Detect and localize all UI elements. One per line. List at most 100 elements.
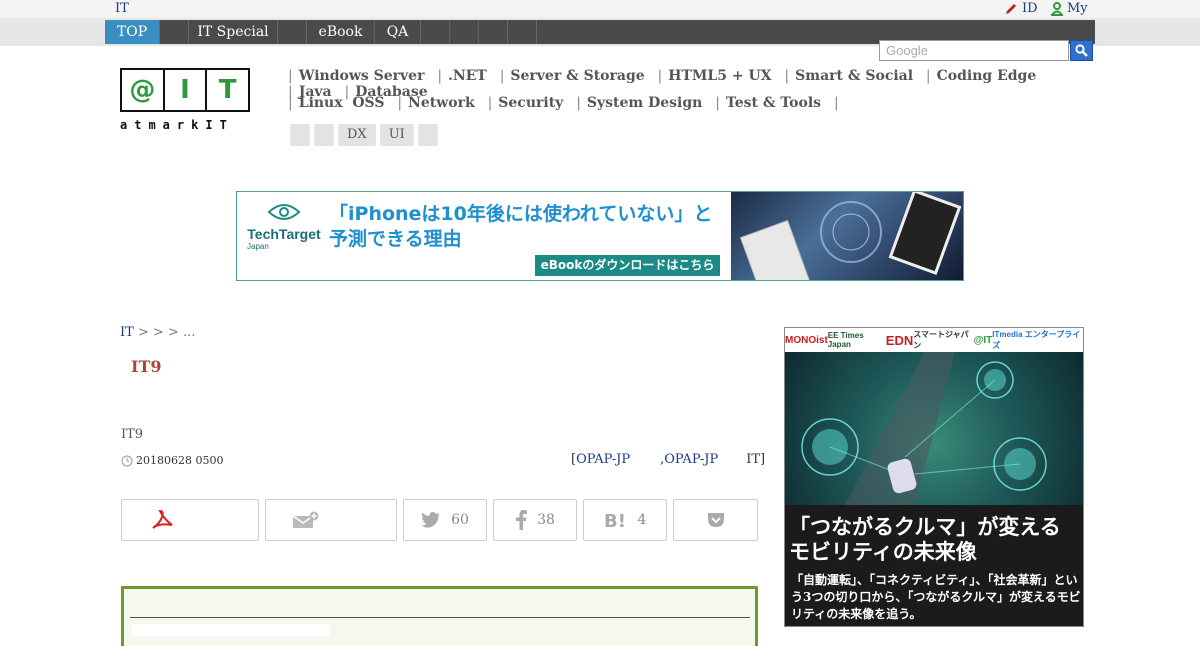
hatena-count: 4 (637, 512, 647, 528)
logo-char-t: T (218, 75, 237, 105)
cat-coding-edge[interactable]: Coding Edge (937, 68, 1037, 84)
twitter-icon (421, 512, 441, 528)
source-link-1[interactable]: OPAP-JP (576, 452, 630, 467)
nav-item-blank-1[interactable] (160, 20, 189, 44)
tag-item[interactable] (290, 124, 310, 146)
pdf-icon (152, 509, 173, 529)
user-icon (1051, 1, 1063, 16)
tag-item[interactable] (417, 124, 438, 146)
cat-linux-oss[interactable]: Linux OSS (299, 95, 385, 111)
category-nav-row-2: | Linux OSS | Network | Security | System De… (288, 95, 839, 111)
logo-eetimes: EE Times Japan (827, 331, 864, 349)
article-date: 20180628 0500 (121, 454, 223, 467)
article-byline: IT9 (121, 427, 144, 442)
search-input[interactable]: Google (879, 40, 1069, 61)
nav-item-blank-2[interactable] (278, 20, 307, 44)
id-login-link[interactable]: ID (1004, 1, 1038, 16)
site-home-link[interactable]: IT (115, 1, 129, 16)
article-box-rule (130, 617, 750, 618)
cat-windows-server[interactable]: Windows Server (299, 68, 425, 84)
banner-photo (731, 192, 963, 280)
pencil-icon (1006, 3, 1016, 14)
nav-item-qa[interactable]: QA (375, 20, 421, 44)
banner-headline-line-1: 「iPhoneは10年後には使われていない」と (329, 203, 713, 225)
cat-network[interactable]: Network (408, 95, 475, 111)
cat-dotnet[interactable]: .NET (448, 68, 487, 84)
logo-char-at: @ (122, 70, 165, 110)
cat-system-design[interactable]: System Design (587, 95, 702, 111)
nav-item-it-special[interactable]: IT Special (189, 20, 278, 44)
my-label: My (1067, 1, 1088, 16)
article-date-text: 20180628 0500 (136, 454, 224, 467)
breadcrumb: IT > > > ... (120, 325, 195, 340)
article-summary-box (121, 586, 758, 646)
article-title: IT9 (131, 357, 162, 376)
side-ad-headline-line-2: モビリティの未来像 (789, 539, 977, 564)
side-ad[interactable]: MONOist EE Times Japan EDN スマートジャパン @IT … (784, 327, 1084, 627)
clock-icon (121, 455, 133, 466)
source-link-2[interactable]: OPAP-JP (664, 452, 718, 467)
facebook-icon (516, 510, 528, 530)
my-page-link[interactable]: My (1051, 1, 1088, 16)
cat-html5-ux[interactable]: HTML5 + UX (668, 68, 771, 84)
cat-server-storage[interactable]: Server & Storage (510, 68, 644, 84)
search-button[interactable] (1070, 40, 1093, 61)
nav-item-blank-5[interactable] (479, 20, 508, 44)
pdf-button[interactable] (121, 499, 259, 541)
nav-item-blank-3[interactable] (421, 20, 450, 44)
banner-headline: 「iPhoneは10年後には使われていない」と 予測できる理由 (329, 202, 712, 252)
svg-text:B!: B! (604, 511, 626, 529)
cat-security[interactable]: Security (498, 95, 563, 111)
breadcrumb-rest: > > > ... (133, 325, 196, 340)
mail-plus-icon (292, 511, 319, 528)
main-nav-wrapper: TOP IT Special eBook QA Google (0, 18, 1200, 61)
cat-smart-social[interactable]: Smart & Social (795, 68, 913, 84)
banner-ad[interactable]: TechTarget Japan 「iPhoneは10年後には使われていない」と… (236, 191, 964, 281)
twitter-count: 60 (451, 512, 469, 528)
banner-brand-sub: Japan (247, 242, 269, 251)
eye-icon (267, 204, 301, 220)
mail-share-button[interactable] (265, 499, 397, 541)
breadcrumb-root[interactable]: IT (120, 325, 134, 340)
logo-smartjapan: スマートジャパン (913, 330, 969, 350)
article-box-tab (132, 624, 330, 636)
nav-item-top[interactable]: TOP (105, 20, 160, 44)
logo-monoist: MONOist (785, 334, 828, 346)
site-logo[interactable]: @ I T atmarkIT (120, 68, 250, 132)
article-sources: [ OPAP-JP , OPAP-JP IT] (571, 452, 765, 467)
logo-itmedia-enterprise: ITmedia エンタープライズ (992, 330, 1081, 350)
hatena-bookmark-button[interactable]: B! 4 (583, 499, 667, 541)
banner-brand: TechTarget (247, 226, 321, 242)
logo-edn: EDN (885, 332, 914, 348)
tag-list: DX UI (290, 124, 438, 146)
pocket-icon (707, 513, 724, 527)
tag-item-ui[interactable]: UI (379, 124, 414, 146)
hatena-bookmark-icon: B! (604, 511, 626, 529)
utility-bar: IT ID My (0, 0, 1200, 18)
side-ad-body: 「自動運転」、「コネクティビティ」、「社会革新」という3つの切り口から、「つなが… (791, 573, 1081, 621)
logo-mark: @ I T (120, 68, 250, 112)
logo-char-i: I (165, 70, 208, 110)
twitter-share-button[interactable]: 60 (403, 499, 487, 541)
facebook-share-button[interactable]: 38 (493, 499, 577, 541)
search-icon (1075, 44, 1088, 57)
pocket-button[interactable] (673, 499, 758, 541)
techtarget-logo: TechTarget Japan (245, 202, 323, 251)
banner-cta-button[interactable]: eBookのダウンロードはこちら (535, 255, 720, 276)
side-ad-headline-line-1: 「つながるクルマ」が変える (789, 514, 1061, 539)
logo-atmarkit: @IT (973, 334, 993, 346)
cat-test-tools[interactable]: Test & Tools (726, 95, 821, 111)
tag-item[interactable] (314, 124, 334, 146)
tag-item-dx[interactable]: DX (338, 124, 376, 146)
id-label: ID (1022, 1, 1038, 16)
facebook-count: 38 (537, 512, 555, 528)
banner-headline-line-2: 予測できる理由 (329, 228, 462, 250)
logo-subtitle: atmarkIT (120, 118, 234, 132)
side-ad-visual (785, 352, 1083, 505)
nav-item-blank-6[interactable] (508, 20, 537, 44)
side-ad-headline: 「つながるクルマ」が変える モビリティの未来像 (789, 514, 1061, 564)
side-ad-logos: MONOist EE Times Japan EDN スマートジャパン @IT … (785, 328, 1083, 352)
nav-item-ebook[interactable]: eBook (307, 20, 375, 44)
source-bracket-close: IT] (746, 452, 766, 467)
nav-item-blank-4[interactable] (450, 20, 479, 44)
